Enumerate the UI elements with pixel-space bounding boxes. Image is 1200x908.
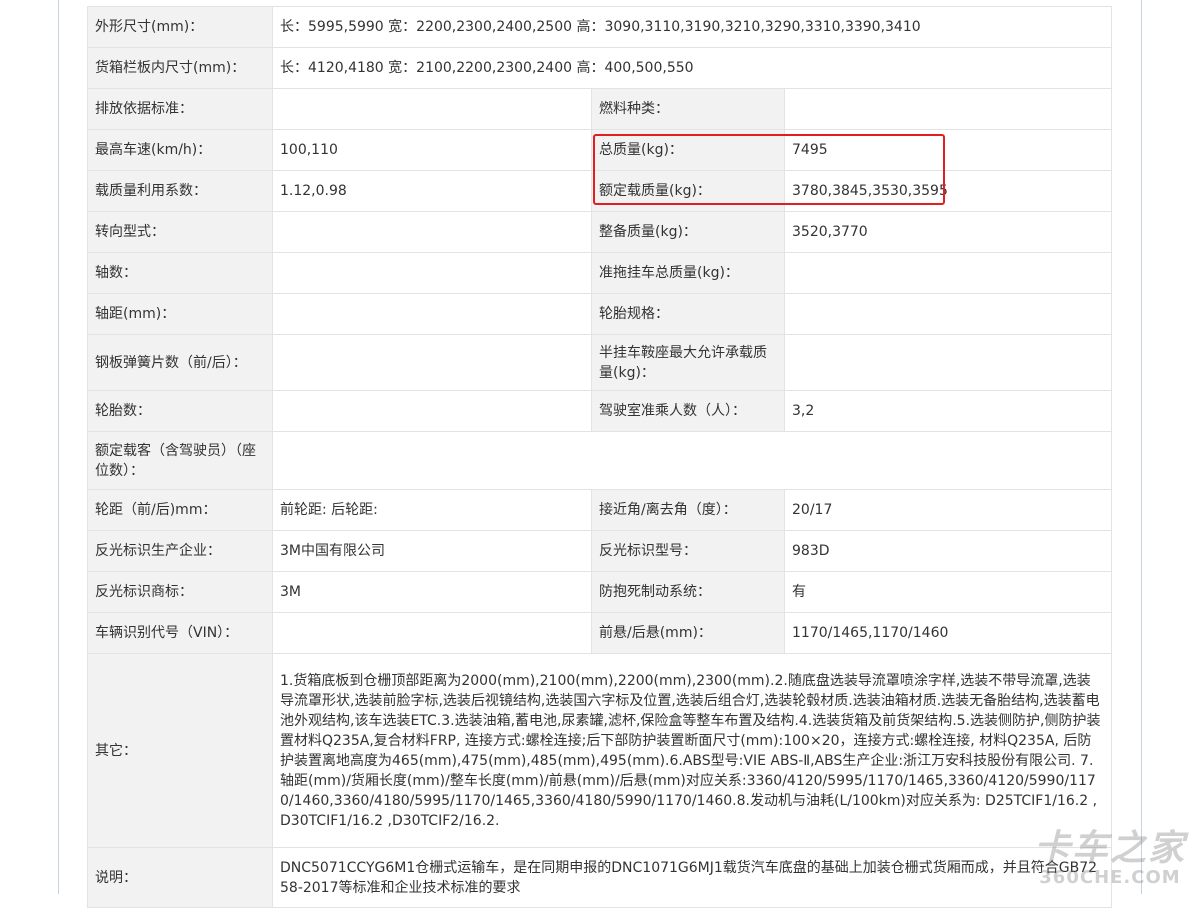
label-steering-type: 转向型式： <box>87 211 273 253</box>
value-tire-count <box>272 390 592 432</box>
value-emission-standard <box>272 88 592 130</box>
value-reflector-brand: 3M <box>272 571 592 613</box>
watermark-main-text: 卡车之家 <box>1033 828 1186 869</box>
table-row: 说明： DNC5071CCYG6M1仓栅式运输车，是在同期申报的DNC1071G… <box>87 847 1113 908</box>
value-approach-departure-angle: 20/17 <box>783 489 1113 531</box>
value-reflector-maker: 3M中国有限公司 <box>272 530 592 572</box>
label-rated-passengers: 额定载客（含驾驶员）（座位数）： <box>87 431 273 490</box>
label-abs: 防抱死制动系统： <box>591 571 785 613</box>
value-steering-type <box>272 211 592 253</box>
value-vin <box>272 612 592 654</box>
watermark-sub-text: 360CHE.COM <box>1039 867 1181 888</box>
label-other: 其它： <box>87 653 273 848</box>
value-trailer-mass <box>783 252 1113 294</box>
value-load-coefficient: 1.12,0.98 <box>272 170 592 212</box>
table-row: 载质量利用系数： 1.12,0.98 额定载质量(kg)： 3780,3845,… <box>87 170 1113 212</box>
value-fuel-type <box>783 88 1113 130</box>
value-wheelbase <box>272 293 592 335</box>
value-curb-weight: 3520,3770 <box>783 211 1113 253</box>
page-frame-left <box>58 0 59 894</box>
label-overhang: 前悬/后悬(mm)： <box>591 612 785 654</box>
label-reflector-model: 反光标识型号： <box>591 530 785 572</box>
label-leaf-springs: 钢板弹簧片数（前/后）： <box>87 334 273 391</box>
table-row: 轴数： 准拖挂车总质量(kg)： <box>87 252 1113 294</box>
label-track-width: 轮距（前/后)mm： <box>87 489 273 531</box>
table-row: 反光标识生产企业： 3M中国有限公司 反光标识型号： 983D <box>87 530 1113 572</box>
value-description: DNC5071CCYG6M1仓栅式运输车，是在同期申报的DNC1071G6MJ1… <box>271 847 1113 908</box>
value-total-mass: 7495 <box>783 129 1113 171</box>
value-saddle-load <box>783 334 1113 391</box>
value-overhang: 1170/1465,1170/1460 <box>783 612 1113 654</box>
value-cab-seats: 3,2 <box>783 390 1113 432</box>
value-leaf-springs <box>272 334 592 391</box>
table-row: 额定载客（含驾驶员）（座位数）： <box>87 431 1113 490</box>
table-row: 最高车速(km/h)： 100,110 总质量(kg)： 7495 <box>87 129 1113 171</box>
table-row: 转向型式： 整备质量(kg)： 3520,3770 <box>87 211 1113 253</box>
label-vin: 车辆识别代号（VIN）： <box>87 612 273 654</box>
label-total-mass: 总质量(kg)： <box>591 129 785 171</box>
label-cargo-box-size: 货箱栏板内尺寸(mm)： <box>87 47 273 89</box>
value-other: 1.货箱底板到仓栅顶部距离为2000(mm),2100(mm),2200(mm)… <box>271 653 1113 848</box>
label-tire-count: 轮胎数： <box>87 390 273 432</box>
label-wheelbase: 轴距(mm)： <box>87 293 273 335</box>
label-dimensions: 外形尺寸(mm)： <box>87 6 273 48</box>
page-frame-right <box>1141 0 1142 894</box>
table-row: 轴距(mm)： 轮胎规格： <box>87 293 1113 335</box>
table-row: 轮胎数： 驾驶室准乘人数（人）： 3,2 <box>87 390 1113 432</box>
site-watermark: 卡车之家 360CHE.COM <box>1034 819 1186 888</box>
spec-table: 外形尺寸(mm)： 长：5995,5990 宽：2200,2300,2400,2… <box>87 6 1113 908</box>
label-emission-standard: 排放依据标准： <box>87 88 273 130</box>
value-rated-passengers <box>271 431 1113 490</box>
table-row: 反光标识商标： 3M 防抱死制动系统： 有 <box>87 571 1113 613</box>
label-reflector-maker: 反光标识生产企业： <box>87 530 273 572</box>
label-tire-spec: 轮胎规格： <box>591 293 785 335</box>
label-cab-seats: 驾驶室准乘人数（人）： <box>591 390 785 432</box>
value-tire-spec <box>783 293 1113 335</box>
table-row: 车辆识别代号（VIN）： 前悬/后悬(mm)： 1170/1465,1170/1… <box>87 612 1113 654</box>
label-axle-count: 轴数： <box>87 252 273 294</box>
value-cargo-box-size: 长：4120,4180 宽：2100,2200,2300,2400 高：400,… <box>271 47 1113 89</box>
table-row: 排放依据标准： 燃料种类： <box>87 88 1113 130</box>
label-rated-load: 额定载质量(kg)： <box>591 170 785 212</box>
label-reflector-brand: 反光标识商标： <box>87 571 273 613</box>
value-rated-load: 3780,3845,3530,3595 <box>783 170 1113 212</box>
table-row: 钢板弹簧片数（前/后）： 半挂车鞍座最大允许承载质量(kg)： <box>87 334 1113 391</box>
table-row: 货箱栏板内尺寸(mm)： 长：4120,4180 宽：2100,2200,230… <box>87 47 1113 89</box>
label-trailer-mass: 准拖挂车总质量(kg)： <box>591 252 785 294</box>
value-abs: 有 <box>783 571 1113 613</box>
table-row: 其它： 1.货箱底板到仓栅顶部距离为2000(mm),2100(mm),2200… <box>87 653 1113 848</box>
value-axle-count <box>272 252 592 294</box>
label-approach-departure-angle: 接近角/离去角（度）： <box>591 489 785 531</box>
label-saddle-load: 半挂车鞍座最大允许承载质量(kg)： <box>591 334 785 391</box>
table-row: 轮距（前/后)mm： 前轮距: 后轮距: 接近角/离去角（度）： 20/17 <box>87 489 1113 531</box>
label-description: 说明： <box>87 847 273 908</box>
value-max-speed: 100,110 <box>272 129 592 171</box>
value-track-width: 前轮距: 后轮距: <box>272 489 592 531</box>
label-fuel-type: 燃料种类： <box>591 88 785 130</box>
table-row: 外形尺寸(mm)： 长：5995,5990 宽：2200,2300,2400,2… <box>87 6 1113 48</box>
label-curb-weight: 整备质量(kg)： <box>591 211 785 253</box>
label-load-coefficient: 载质量利用系数： <box>87 170 273 212</box>
value-dimensions: 长：5995,5990 宽：2200,2300,2400,2500 高：3090… <box>271 6 1113 48</box>
value-reflector-model: 983D <box>783 530 1113 572</box>
label-max-speed: 最高车速(km/h)： <box>87 129 273 171</box>
